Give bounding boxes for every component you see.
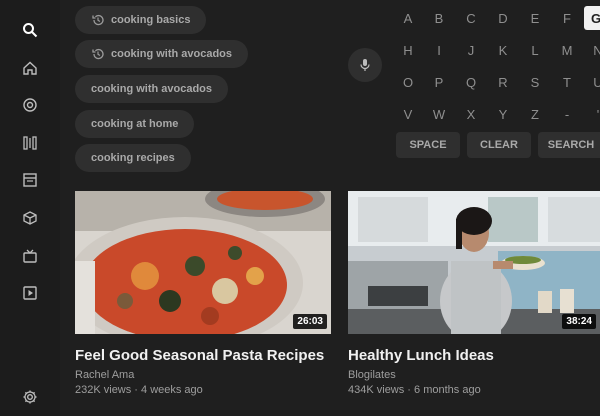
suggestion-label: cooking basics [111,14,191,26]
video-title[interactable]: Healthy Lunch Ideas [348,347,494,364]
key[interactable]: O [396,70,420,94]
video-duration: 38:24 [562,314,596,329]
key[interactable]: P [427,70,451,94]
key[interactable]: Y [491,102,515,126]
suggestion-chip[interactable]: cooking basics [75,6,207,34]
key[interactable]: Q [459,70,483,94]
space-key[interactable]: SPACE [396,132,460,158]
explore-icon[interactable] [22,97,38,113]
home-icon[interactable] [22,60,38,76]
suggestion-label: cooking with avocados [111,48,233,60]
history-icon [91,47,105,61]
library-icon[interactable] [22,172,38,188]
history-icon [91,13,105,27]
subscriptions-icon[interactable] [22,135,38,151]
key[interactable]: T [555,70,579,94]
key-active[interactable]: G [584,6,600,30]
key[interactable]: M [555,38,579,62]
key[interactable]: R [491,70,515,94]
key[interactable]: - [555,102,579,126]
key[interactable]: S [523,70,547,94]
video-title[interactable]: Feel Good Seasonal Pasta Recipes [75,347,324,364]
key[interactable]: W [427,102,451,126]
suggestion-chip[interactable]: cooking with avocados [75,75,229,103]
key[interactable]: I [427,38,451,62]
key[interactable]: K [491,38,515,62]
key[interactable]: V [396,102,420,126]
microphone-icon [358,58,372,72]
cube-icon[interactable] [22,210,38,226]
video-duration: 26:03 [293,314,327,329]
lunch-thumbnail-image [348,191,600,334]
video-thumbnail[interactable]: 26:03 [75,191,331,334]
video-meta: 232K views · 4 weeks ago [75,384,203,396]
key[interactable]: Z [523,102,547,126]
pasta-thumbnail-image [75,191,331,334]
play-box-icon[interactable] [22,285,38,301]
key[interactable]: N [586,38,600,62]
channel-name: Blogilates [348,369,396,381]
search-icon[interactable] [22,22,38,38]
tv-icon[interactable] [22,248,38,264]
key[interactable]: A [396,6,420,30]
side-rail [0,0,60,416]
key[interactable]: D [491,6,515,30]
clear-key[interactable]: CLEAR [467,132,531,158]
suggestion-label: cooking with avocados [91,83,213,95]
key[interactable]: H [396,38,420,62]
key[interactable]: L [523,38,547,62]
key[interactable]: C [459,6,483,30]
suggestion-label: cooking recipes [91,152,175,164]
video-meta: 434K views · 6 months ago [348,384,481,396]
settings-icon[interactable] [22,389,38,405]
key[interactable]: U [586,70,600,94]
key[interactable]: E [523,6,547,30]
suggestion-chip[interactable]: cooking recipes [75,144,191,172]
video-thumbnail[interactable]: 38:24 [348,191,600,334]
key[interactable]: B [427,6,451,30]
suggestion-chip[interactable]: cooking at home [75,110,195,138]
search-key[interactable]: SEARCH [538,132,600,158]
suggestion-chip[interactable]: cooking with avocados [75,40,249,68]
suggestion-label: cooking at home [91,118,179,130]
key[interactable]: ' [586,102,600,126]
voice-search-button[interactable] [348,48,382,82]
key[interactable]: J [459,38,483,62]
key[interactable]: X [459,102,483,126]
channel-name: Rachel Ama [75,369,135,381]
key[interactable]: F [555,6,579,30]
